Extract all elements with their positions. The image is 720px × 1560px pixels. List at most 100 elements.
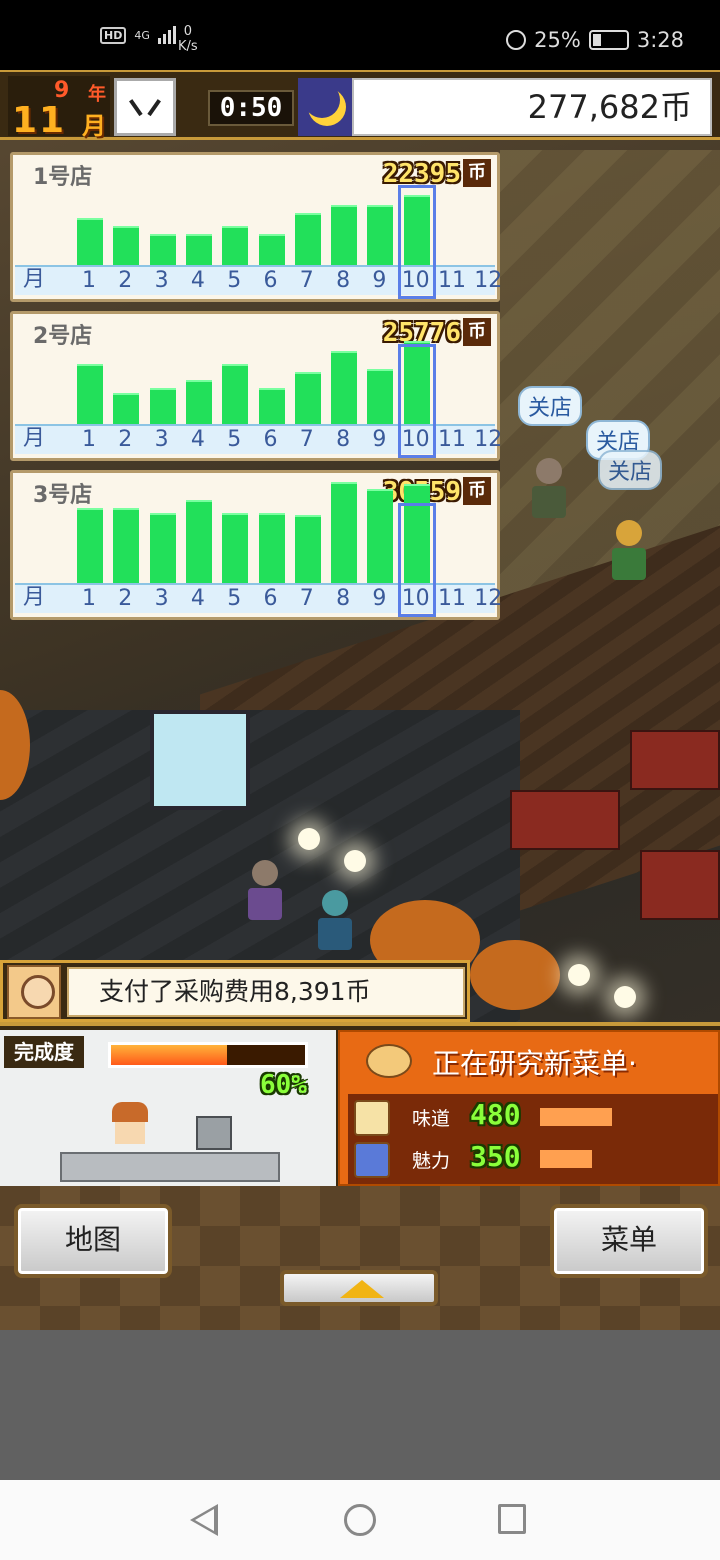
- axis-tick-label: 9: [372, 268, 387, 293]
- selected-month-highlight: [397, 344, 436, 458]
- selected-month-highlight: [397, 503, 436, 617]
- completion-label: 完成度: [4, 1036, 84, 1068]
- completion-percent: 60%: [260, 1070, 307, 1100]
- clock-icon: [114, 78, 176, 136]
- sales-bar: [367, 489, 394, 583]
- stat-value: 480: [470, 1098, 521, 1131]
- closed-bubble: 关店: [598, 450, 663, 490]
- battery-icon: [588, 30, 629, 50]
- game-date: 9 年 11 月: [8, 76, 110, 141]
- map-button[interactable]: 地图: [14, 1204, 172, 1278]
- axis-tick-label: 6: [263, 586, 278, 611]
- research-stats: 味道 480 魅力 350: [348, 1094, 718, 1184]
- message-text: 支付了采购费用8,391币: [67, 967, 465, 1017]
- stat-row: 魅力 350: [348, 1140, 718, 1180]
- arrow-up-icon: [340, 1280, 384, 1298]
- axis-tick-label: 7: [299, 586, 314, 611]
- moon-icon: [298, 78, 352, 136]
- sales-bar: [185, 500, 212, 583]
- customer[interactable]: [318, 890, 352, 950]
- chef: [108, 1102, 152, 1152]
- sales-bar: [367, 369, 394, 424]
- staff-portrait: [7, 965, 61, 1019]
- axis-tick-label: 5: [227, 427, 242, 452]
- back-icon[interactable]: [190, 1504, 218, 1536]
- axis-tick-label: 8: [336, 268, 351, 293]
- expand-button[interactable]: [280, 1270, 438, 1306]
- axis-tick-label: 2: [118, 427, 133, 452]
- stat-label: 味道: [412, 1108, 451, 1130]
- stat-row: 味道 480: [348, 1098, 718, 1138]
- shop-window: [150, 710, 250, 810]
- axis-tick-label: 5: [227, 586, 242, 611]
- sales-bar: [222, 364, 249, 424]
- signal-icon: [157, 26, 176, 44]
- hd-icon: HD: [100, 26, 127, 44]
- sales-bar: [222, 226, 249, 265]
- sales-bar: [113, 508, 140, 583]
- sales-bar: [149, 234, 176, 265]
- message-bar: 支付了采购费用8,391币: [0, 960, 470, 1022]
- sales-bar: [77, 508, 103, 583]
- street-lamp: [298, 828, 320, 850]
- axis-tick-label: 6: [263, 268, 278, 293]
- axis-tick-label: 3: [154, 586, 169, 611]
- axis-tick-label: 2: [118, 268, 133, 293]
- customer[interactable]: [532, 458, 566, 518]
- street-lamp: [614, 986, 636, 1008]
- axis-tick-label: 11: [438, 268, 466, 293]
- axis-tick-label: 1: [82, 427, 96, 452]
- menu-button[interactable]: 菜单: [550, 1204, 708, 1278]
- axis-tick-label: 9: [372, 427, 387, 452]
- axis-tick-label: 1: [82, 268, 96, 293]
- street-lamp: [568, 964, 590, 986]
- store-sales-panel[interactable]: 2号店 25776 币 月 1 2 3 4 5 6 7 8 9 10 11 12: [10, 311, 502, 461]
- pot-icon: [196, 1116, 232, 1150]
- axis-month-label: 月: [22, 585, 45, 610]
- research-panel[interactable]: 正在研究新菜单· 味道 480 魅力 350: [338, 1030, 720, 1186]
- sales-bar: [331, 482, 358, 583]
- alarm-icon: [506, 30, 527, 50]
- axis-tick-label: 8: [336, 586, 351, 611]
- sales-bar: [294, 213, 321, 265]
- home-icon[interactable]: [344, 1504, 376, 1536]
- stat-label: 魅力: [412, 1150, 451, 1172]
- axis-tick-label: 3: [154, 427, 169, 452]
- axis-tick-label: 8: [336, 427, 351, 452]
- axis-month-label: 月: [22, 426, 45, 451]
- empty-area: [0, 1330, 720, 1480]
- game-time: 0:50: [208, 90, 294, 126]
- sales-bar: [294, 515, 321, 583]
- stat-bar: [540, 1150, 592, 1168]
- axis-tick-label: 4: [190, 586, 205, 611]
- clock-time: 3:28: [636, 28, 684, 52]
- axis-tick-label: 5: [227, 268, 242, 293]
- axis-tick-label: 3: [154, 268, 169, 293]
- research-title: 正在研究新菜单·: [432, 1047, 637, 1080]
- sales-bar: [331, 205, 358, 265]
- store-name: 3号店: [33, 483, 93, 508]
- status-right: 25% 3:28: [506, 28, 684, 52]
- store-sales-panel[interactable]: 3号店 30559 币 月123456789101112: [10, 470, 502, 620]
- street-lamp: [344, 850, 366, 872]
- axis-month-label: 月: [22, 267, 45, 292]
- sales-bar: [113, 226, 140, 265]
- sales-bar: [149, 513, 176, 583]
- axis-tick-label: 9: [372, 586, 387, 611]
- stat-bar: [540, 1108, 612, 1126]
- store-sales-panel[interactable]: 1号店 22395 币 月 1 2 3 4 5 6 7 8 9 10 11 12: [10, 152, 502, 302]
- money-display: 277,682币: [352, 78, 712, 136]
- sofa: [630, 730, 720, 790]
- customer[interactable]: [248, 860, 282, 920]
- sofa: [510, 790, 620, 850]
- axis-tick-label: 11: [438, 427, 466, 452]
- sales-bar: [77, 364, 103, 424]
- sales-bar: [258, 234, 285, 265]
- status-panel: 完成度 60% 正在研究新菜单· 味道 480 魅力 350: [0, 1022, 720, 1188]
- customer[interactable]: [612, 520, 646, 580]
- status-bar: HD 4G 0 K/s 25% 3:28: [0, 0, 720, 70]
- recent-apps-icon[interactable]: [498, 1504, 526, 1534]
- sales-bar: [222, 513, 249, 583]
- currency-icon: 币: [463, 318, 491, 346]
- kitchen-progress[interactable]: 完成度 60%: [0, 1030, 336, 1186]
